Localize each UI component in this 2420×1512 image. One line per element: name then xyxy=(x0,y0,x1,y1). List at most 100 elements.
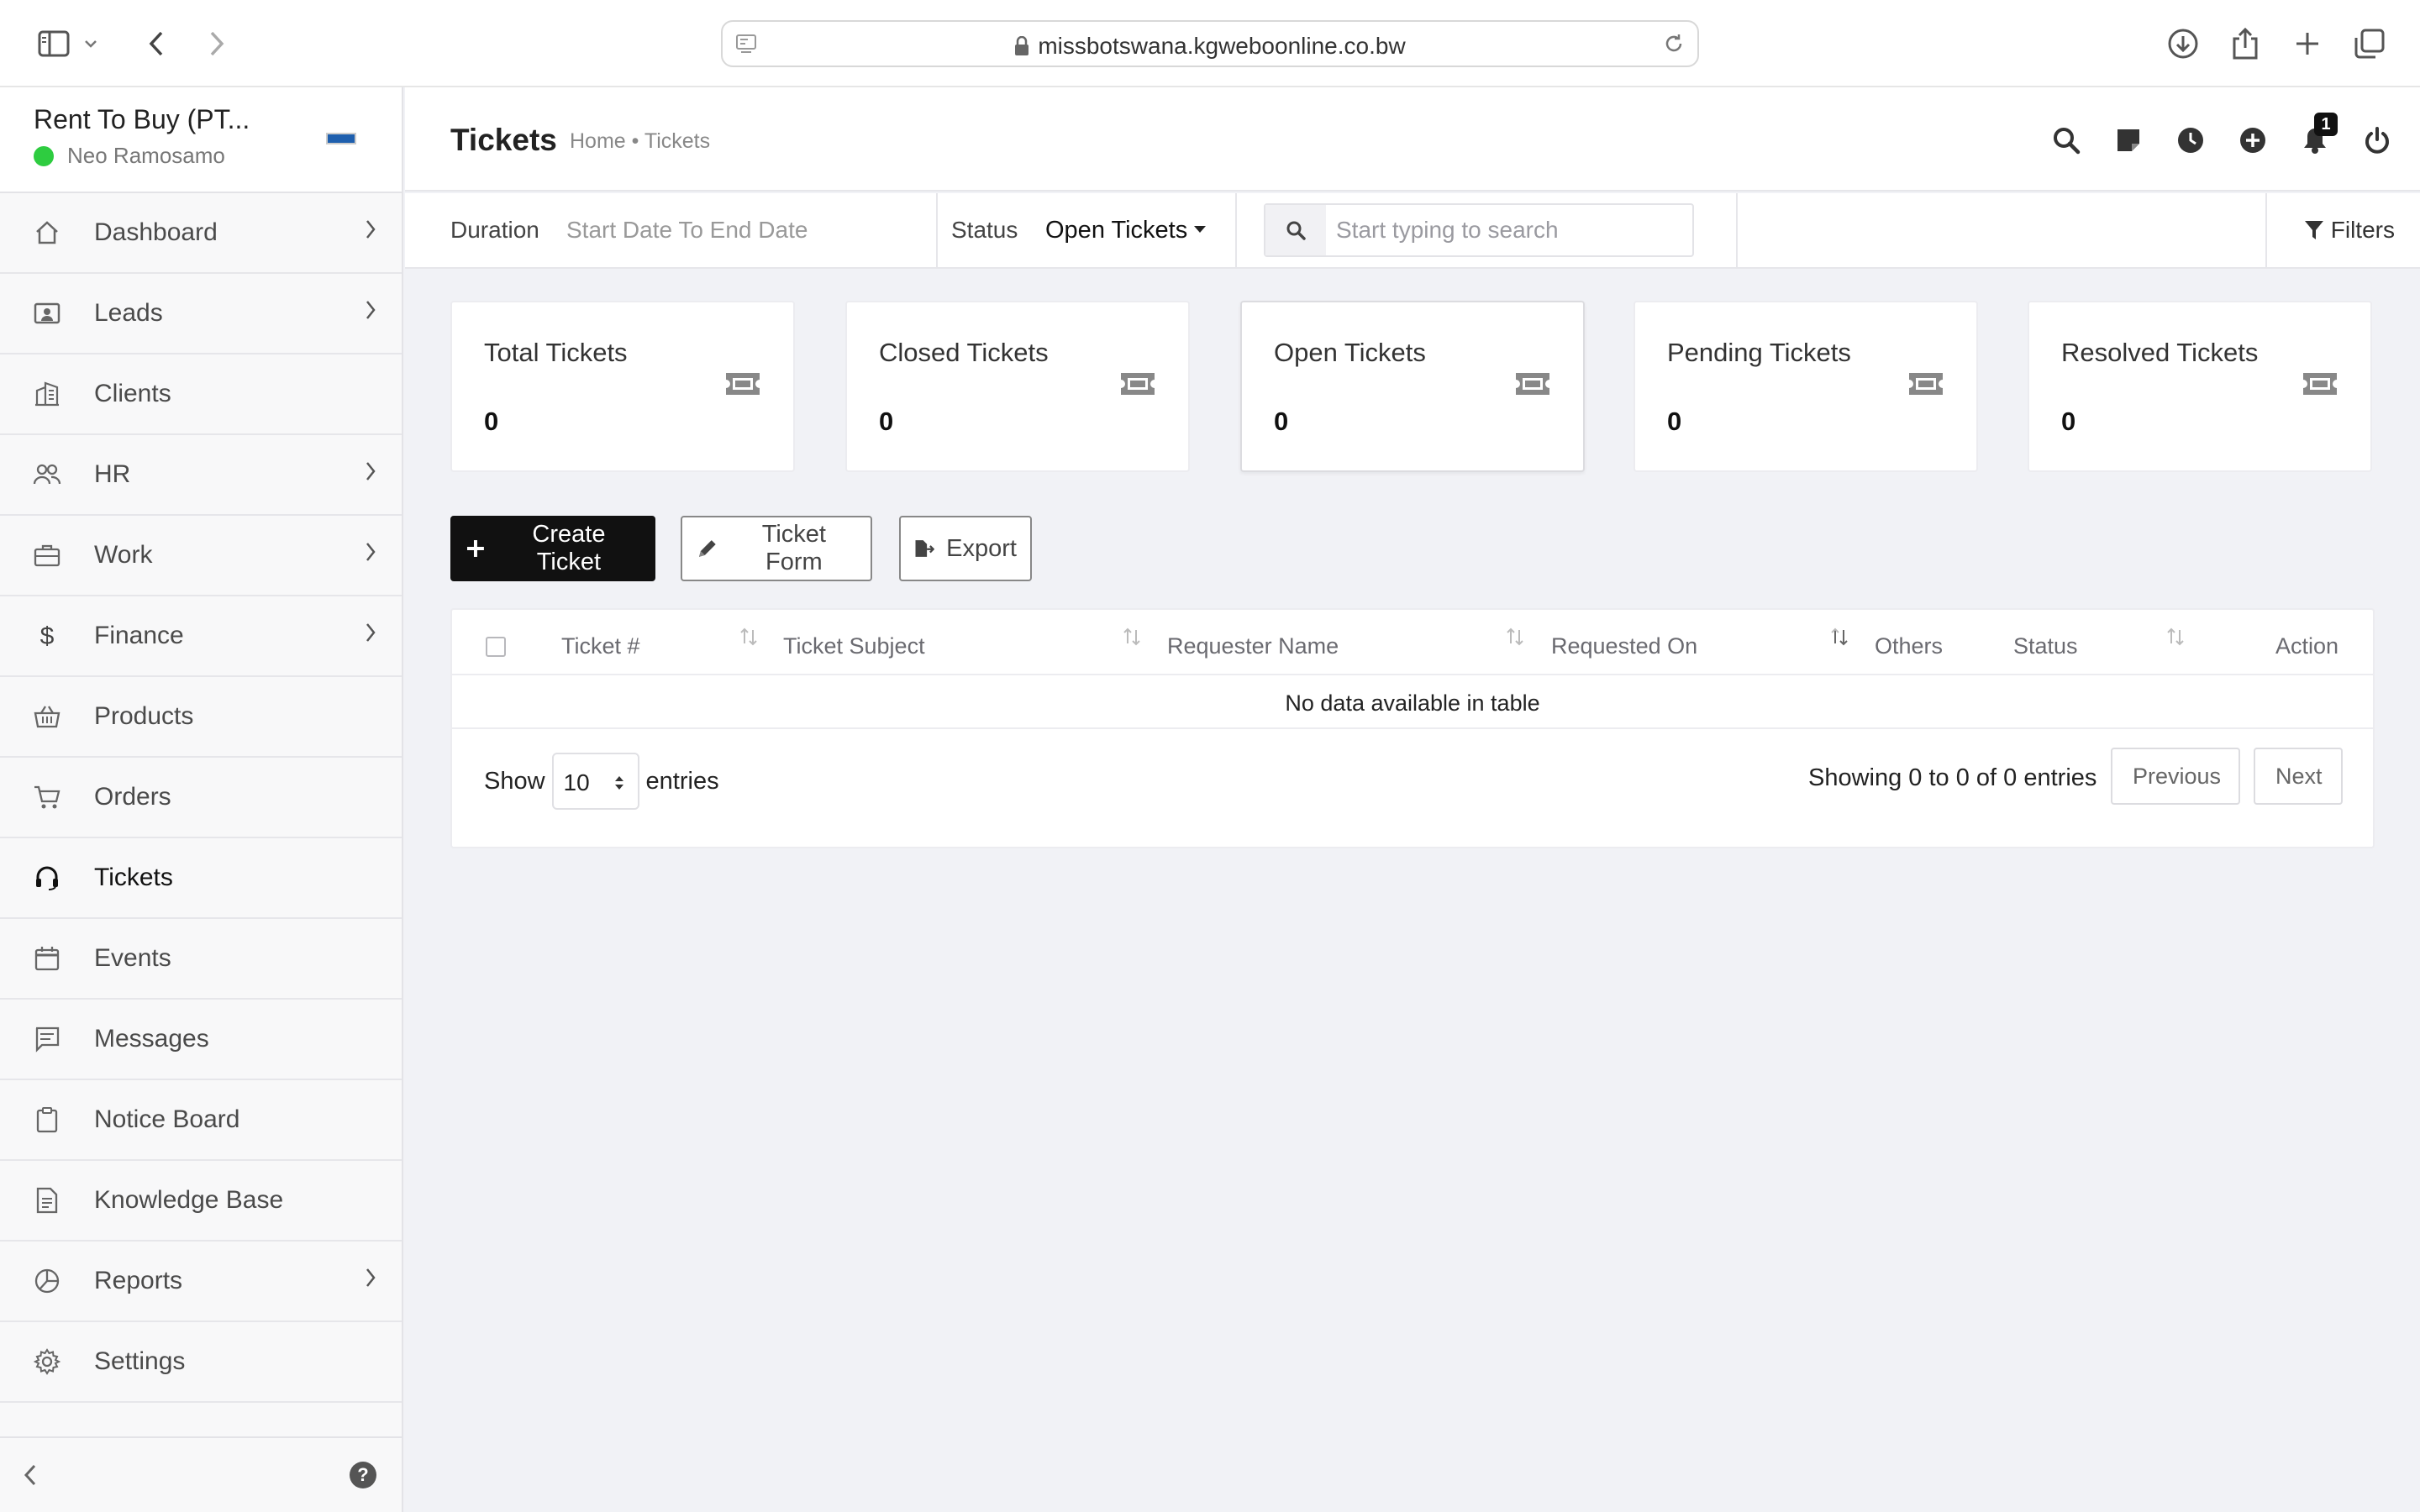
clock-icon[interactable] xyxy=(2173,123,2208,158)
stat-card-title: Total Tickets xyxy=(484,338,628,367)
sidebar-item-notice-board[interactable]: Notice Board xyxy=(0,1080,402,1161)
sort-icon[interactable] xyxy=(2166,627,2185,647)
sidebar-item-leads[interactable]: Leads xyxy=(0,274,402,354)
search-icon[interactable] xyxy=(2049,123,2084,158)
sidebar-item-finance[interactable]: $ Finance xyxy=(0,596,402,677)
sidebar-item-knowledge-base[interactable]: Knowledge Base xyxy=(0,1161,402,1242)
stat-card-value: 0 xyxy=(1667,407,1682,436)
status-label: Status xyxy=(951,217,1018,243)
ticket-form-label: Ticket Form xyxy=(761,521,826,575)
chevron-right-icon xyxy=(365,299,376,321)
sort-icon[interactable] xyxy=(1830,627,1849,647)
ticket-icon xyxy=(1907,371,1944,396)
building-icon xyxy=(32,379,62,409)
create-ticket-label: Create Ticket xyxy=(532,521,606,575)
show-label: Show xyxy=(484,767,545,795)
date-range-input[interactable]: Start Date To End Date xyxy=(566,217,808,244)
pie-chart-icon xyxy=(32,1266,62,1296)
download-icon[interactable] xyxy=(2163,24,2203,64)
sidebar-toggle-icon[interactable] xyxy=(34,24,74,64)
export-button[interactable]: Export xyxy=(899,516,1032,581)
sidebar-item-products[interactable]: Products xyxy=(0,677,402,758)
lock-icon xyxy=(1014,36,1029,56)
empty-table-message: No data available in table xyxy=(452,677,2373,729)
stat-card-total-tickets[interactable]: Total Tickets 0 xyxy=(450,301,795,472)
stat-card-title: Pending Tickets xyxy=(1667,338,1851,367)
power-icon[interactable] xyxy=(2360,123,2395,158)
new-tab-icon[interactable] xyxy=(2287,24,2328,64)
create-ticket-button[interactable]: Create Ticket xyxy=(450,516,655,581)
filter-divider xyxy=(2265,193,2267,269)
user-name: Neo Ramosamo xyxy=(67,143,225,168)
sidebar-item-settings[interactable]: Settings xyxy=(0,1322,402,1403)
ticket-form-button[interactable]: Ticket Form xyxy=(681,516,872,581)
stat-card-title: Open Tickets xyxy=(1274,338,1426,367)
sidebar-item-orders[interactable]: Orders xyxy=(0,758,402,838)
page-size-value: 10 xyxy=(563,769,590,795)
stat-card-open-tickets[interactable]: Open Tickets 0 xyxy=(1240,301,1585,472)
chevron-right-icon xyxy=(365,218,376,240)
stat-card-resolved-tickets[interactable]: Resolved Tickets 0 xyxy=(2028,301,2372,472)
sidebar-item-label: Products xyxy=(94,702,194,730)
filter-divider xyxy=(936,193,938,269)
sidebar: Rent To Buy (PT... Neo Ramosamo Dashboar… xyxy=(0,87,403,1512)
cart-icon xyxy=(32,782,62,812)
sidebar-item-dashboard[interactable]: Dashboard xyxy=(0,193,402,274)
sidebar-item-work[interactable]: Work xyxy=(0,516,402,596)
column-requested-on[interactable]: Requested On xyxy=(1551,633,1697,659)
sort-icon[interactable] xyxy=(1506,627,1524,647)
page-header: Tickets Home • Tickets 1 xyxy=(405,87,2420,192)
previous-page-button[interactable]: Previous xyxy=(2111,748,2240,805)
collapse-sidebar-icon[interactable] xyxy=(24,1463,37,1487)
forward-icon[interactable] xyxy=(197,24,237,64)
people-icon xyxy=(32,459,62,490)
sidebar-item-label: Orders xyxy=(94,783,171,811)
back-icon[interactable] xyxy=(136,24,176,64)
page-size-select[interactable]: 10 xyxy=(551,753,639,810)
breadcrumb[interactable]: Home • Tickets xyxy=(570,129,710,154)
tab-overview-icon[interactable] xyxy=(2349,24,2390,64)
address-bar[interactable]: missbotswana.kgweboonline.co.bw xyxy=(721,20,1699,67)
chevron-down-icon[interactable] xyxy=(82,24,99,64)
chevron-right-icon xyxy=(365,622,376,643)
column-requester-name[interactable]: Requester Name xyxy=(1167,633,1339,659)
column-ticket-subject[interactable]: Ticket Subject xyxy=(783,633,925,659)
chat-icon xyxy=(32,1024,62,1054)
calendar-icon xyxy=(32,943,62,974)
sort-icon[interactable] xyxy=(1123,627,1141,647)
sidebar-item-reports[interactable]: Reports xyxy=(0,1242,402,1322)
filters-button[interactable]: Filters xyxy=(2304,217,2395,244)
add-circle-icon[interactable] xyxy=(2235,123,2270,158)
status-dropdown[interactable]: Open Tickets xyxy=(1045,217,1207,244)
company-logo xyxy=(326,133,356,144)
stat-card-pending-tickets[interactable]: Pending Tickets 0 xyxy=(1634,301,1978,472)
sidebar-item-label: Work xyxy=(94,541,153,569)
share-icon[interactable] xyxy=(2225,24,2265,64)
sidebar-item-label: Clients xyxy=(94,380,171,407)
select-all-checkbox[interactable] xyxy=(486,637,506,657)
stat-card-closed-tickets[interactable]: Closed Tickets 0 xyxy=(845,301,1190,472)
funnel-icon xyxy=(2304,219,2331,241)
sidebar-item-messages[interactable]: Messages xyxy=(0,1000,402,1080)
sidebar-item-label: Dashboard xyxy=(94,218,218,246)
next-page-button[interactable]: Next xyxy=(2254,748,2343,805)
help-icon[interactable]: ? xyxy=(350,1462,376,1488)
column-ticket-number[interactable]: Ticket # xyxy=(561,633,640,659)
sidebar-item-label: Messages xyxy=(94,1025,209,1053)
sidebar-item-clients[interactable]: Clients xyxy=(0,354,402,435)
sidebar-item-tickets[interactable]: Tickets xyxy=(0,838,402,919)
sidebar-item-events[interactable]: Events xyxy=(0,919,402,1000)
ticket-icon xyxy=(1514,371,1551,396)
sidebar-item-hr[interactable]: HR xyxy=(0,435,402,516)
headset-icon xyxy=(32,863,62,893)
sticky-note-icon[interactable] xyxy=(2111,123,2146,158)
search-input[interactable] xyxy=(1326,205,1692,255)
column-status[interactable]: Status xyxy=(2013,633,2078,659)
ticket-icon xyxy=(1119,371,1156,396)
sidebar-item-label: Reports xyxy=(94,1267,183,1294)
sort-icon[interactable] xyxy=(739,627,758,647)
reload-icon[interactable] xyxy=(1662,32,1686,55)
bell-icon[interactable]: 1 xyxy=(2297,113,2338,158)
ticket-icon xyxy=(724,371,761,396)
company-name[interactable]: Rent To Buy (PT... xyxy=(34,104,250,135)
